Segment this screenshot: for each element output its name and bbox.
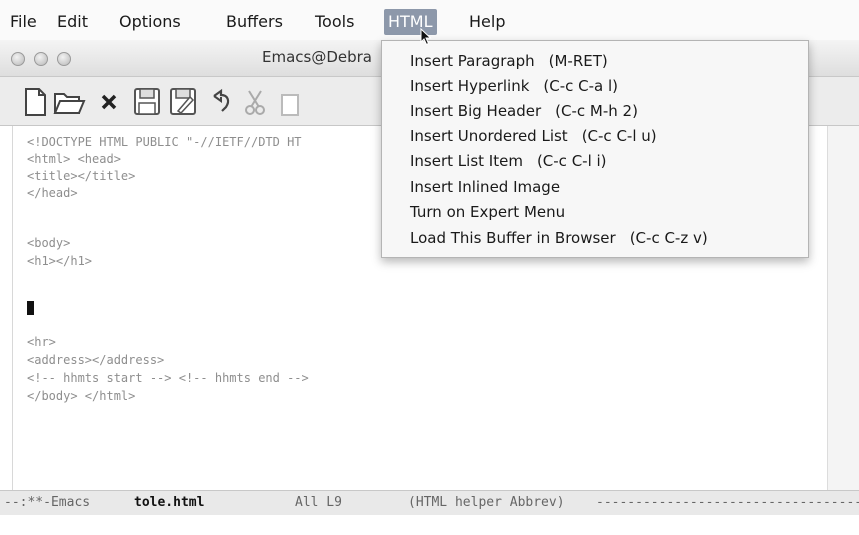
save-as-icon[interactable]	[166, 83, 196, 119]
menu-buffers[interactable]: Buffers	[222, 9, 287, 35]
modeline-mode: (HTML helper Abbrev)	[408, 495, 565, 510]
close-window-icon[interactable]	[11, 52, 25, 66]
menu-item-label: Insert Hyperlink	[410, 77, 530, 95]
menu-item-label: Insert Paragraph	[410, 52, 535, 70]
mode-line: --:**-Emacs tole.html All L9 (HTML helpe…	[0, 490, 859, 515]
menu-item-insert-unordered-list[interactable]: Insert Unordered List (C-c C-l u)	[410, 124, 657, 149]
code-line: <h1></h1>	[27, 254, 93, 268]
menu-item-label: Insert List Item	[410, 152, 523, 170]
menu-options[interactable]: Options	[115, 9, 185, 35]
html-menu-dropdown: Insert Paragraph (M-RET) Insert Hyperlink…	[381, 40, 809, 258]
code-line: <!DOCTYPE HTML PUBLIC "-//IETF//DTD HT	[27, 135, 302, 149]
menu-item-shortcut: (C-c C-a l)	[543, 77, 619, 95]
code-line: <hr>	[27, 335, 56, 349]
cut-icon[interactable]	[240, 83, 270, 119]
copy-icon[interactable]	[272, 83, 302, 119]
modeline-position: All L9	[295, 495, 342, 510]
menu-item-insert-paragraph[interactable]: Insert Paragraph (M-RET)	[410, 49, 608, 74]
menu-item-shortcut: (C-c C-z v)	[629, 229, 708, 247]
menu-item-label: Insert Big Header	[410, 102, 542, 120]
save-icon[interactable]	[130, 83, 160, 119]
menu-item-expert-menu[interactable]: Turn on Expert Menu	[410, 200, 565, 225]
menu-item-shortcut: (C-c M-h 2)	[555, 102, 638, 120]
scrollbar[interactable]	[827, 126, 859, 490]
code-line: <body>	[27, 236, 71, 250]
zoom-window-icon[interactable]	[57, 52, 71, 66]
mouse-pointer-icon	[420, 27, 432, 50]
menu-file[interactable]: File	[6, 9, 41, 35]
modeline-status: --:**-Emacs	[4, 495, 91, 510]
buffer-name: tole.html	[134, 495, 205, 510]
window-title: Emacs@Debra	[262, 48, 373, 66]
minimize-window-icon[interactable]	[34, 52, 48, 66]
code-line: <!-- hhmts start --> <!-- hhmts end -->	[27, 371, 309, 385]
menu-tools[interactable]: Tools	[311, 9, 358, 35]
code-line: <address></address>	[27, 353, 165, 367]
menu-item-insert-inlined-image[interactable]: Insert Inlined Image	[410, 175, 560, 200]
code-line: </body> </html>	[27, 389, 136, 403]
menu-item-shortcut: (C-c C-l u)	[581, 127, 657, 145]
menu-item-insert-big-header[interactable]: Insert Big Header (C-c M-h 2)	[410, 99, 638, 124]
undo-icon[interactable]	[206, 83, 236, 119]
menu-item-shortcut: (C-c C-l i)	[536, 152, 607, 170]
menu-item-label: Turn on Expert Menu	[410, 203, 566, 221]
menu-edit[interactable]: Edit	[53, 9, 92, 35]
menu-item-label: Insert Inlined Image	[410, 178, 561, 196]
open-folder-icon[interactable]	[52, 83, 86, 119]
code-line: </head>	[27, 186, 78, 200]
menu-item-label: Insert Unordered List	[410, 127, 568, 145]
menu-item-label: Load This Buffer in Browser	[410, 229, 616, 247]
close-x-icon[interactable]	[94, 83, 124, 119]
menu-item-insert-list-item[interactable]: Insert List Item (C-c C-l i)	[410, 149, 607, 174]
text-cursor	[27, 301, 34, 315]
menu-item-insert-hyperlink[interactable]: Insert Hyperlink (C-c C-a l)	[410, 74, 618, 99]
code-line: <html> <head>	[27, 152, 121, 166]
code-line: <title></title>	[27, 169, 136, 183]
new-file-icon[interactable]	[20, 83, 50, 119]
menu-item-load-in-browser[interactable]: Load This Buffer in Browser (C-c C-z v)	[410, 226, 708, 251]
menu-help[interactable]: Help	[465, 9, 509, 35]
modeline-fill: -------------------------------------	[596, 495, 859, 510]
minibuffer[interactable]	[0, 515, 859, 535]
menu-item-shortcut: (M-RET)	[548, 52, 608, 70]
